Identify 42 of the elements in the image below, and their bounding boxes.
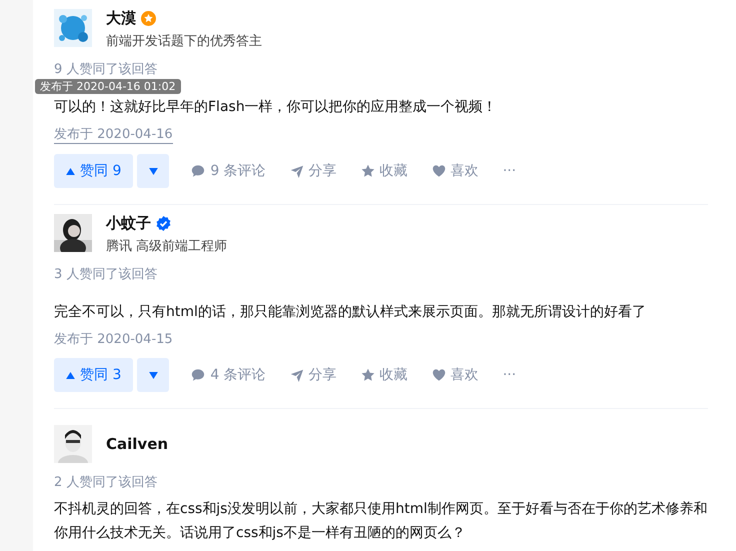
comments-button[interactable]: 9 条评论 [191,162,266,180]
collect-button[interactable]: 收藏 [360,162,408,180]
downvote-button[interactable] [137,154,170,188]
vote-count: 2 人赞同了该回答 [54,474,158,491]
downvote-button[interactable] [137,358,170,392]
verified-badge-icon [156,216,171,231]
star-icon [360,164,375,178]
up-triangle-icon [66,372,75,378]
paper-plane-icon [290,368,304,382]
author-headline: 前端开发话题下的优秀答主 [106,33,262,50]
share-button[interactable]: 分享 [290,366,337,384]
like-button[interactable]: 喜欢 [432,162,479,180]
heart-icon [432,164,446,178]
star-badge-icon [141,11,156,26]
upvote-button[interactable]: 赞同 3 [54,358,134,392]
down-triangle-icon [148,168,158,174]
answer-text: 不抖机灵的回答，在css和js没发明以前，大家都只使用html制作网页。至于好看与否在于你的艺术修养和你用什么技术无关。话说用了css和js不是一样有丑陋的的网页么？ [54,500,708,543]
paper-plane-icon [290,164,304,178]
tooltip: 发布于 2020-04-16 01:02 [35,79,181,94]
share-button[interactable]: 分享 [290,162,337,180]
answer-text: 完全不可以，只有html的话，那只能靠浏览器的默认样式来展示页面。那就无所谓设计的好看了 [54,303,647,322]
publish-date-link[interactable]: 发布于 2020-04-16 [54,125,173,144]
more-button[interactable]: ··· [502,163,516,179]
author-name[interactable]: Cailven [106,435,168,453]
author-headline: 腾讯 高级前端工程师 [106,238,228,255]
vote-count: 9 人赞同了该回答 [54,61,158,78]
comments-button[interactable]: 4 条评论 [191,366,266,384]
like-button[interactable]: 喜欢 [432,366,479,384]
star-icon [360,368,375,382]
more-button[interactable]: ··· [502,367,516,383]
publish-date-link[interactable]: 发布于 2020-04-15 [54,330,173,348]
speech-bubble-icon [191,368,206,382]
down-triangle-icon [148,372,158,378]
answer-text: 可以的！这就好比早年的Flash一样，你可以把你的应用整成一个视频！ [54,98,498,117]
speech-bubble-icon [191,164,206,178]
author-name[interactable]: 小蚊子 [106,214,151,233]
collect-button[interactable]: 收藏 [360,366,408,384]
heart-icon [432,368,446,382]
author-name[interactable]: 大漠 [106,9,136,28]
upvote-button[interactable]: 赞同 9 [54,154,134,188]
up-triangle-icon [66,168,75,174]
vote-count: 3 人赞同了该回答 [54,266,158,283]
